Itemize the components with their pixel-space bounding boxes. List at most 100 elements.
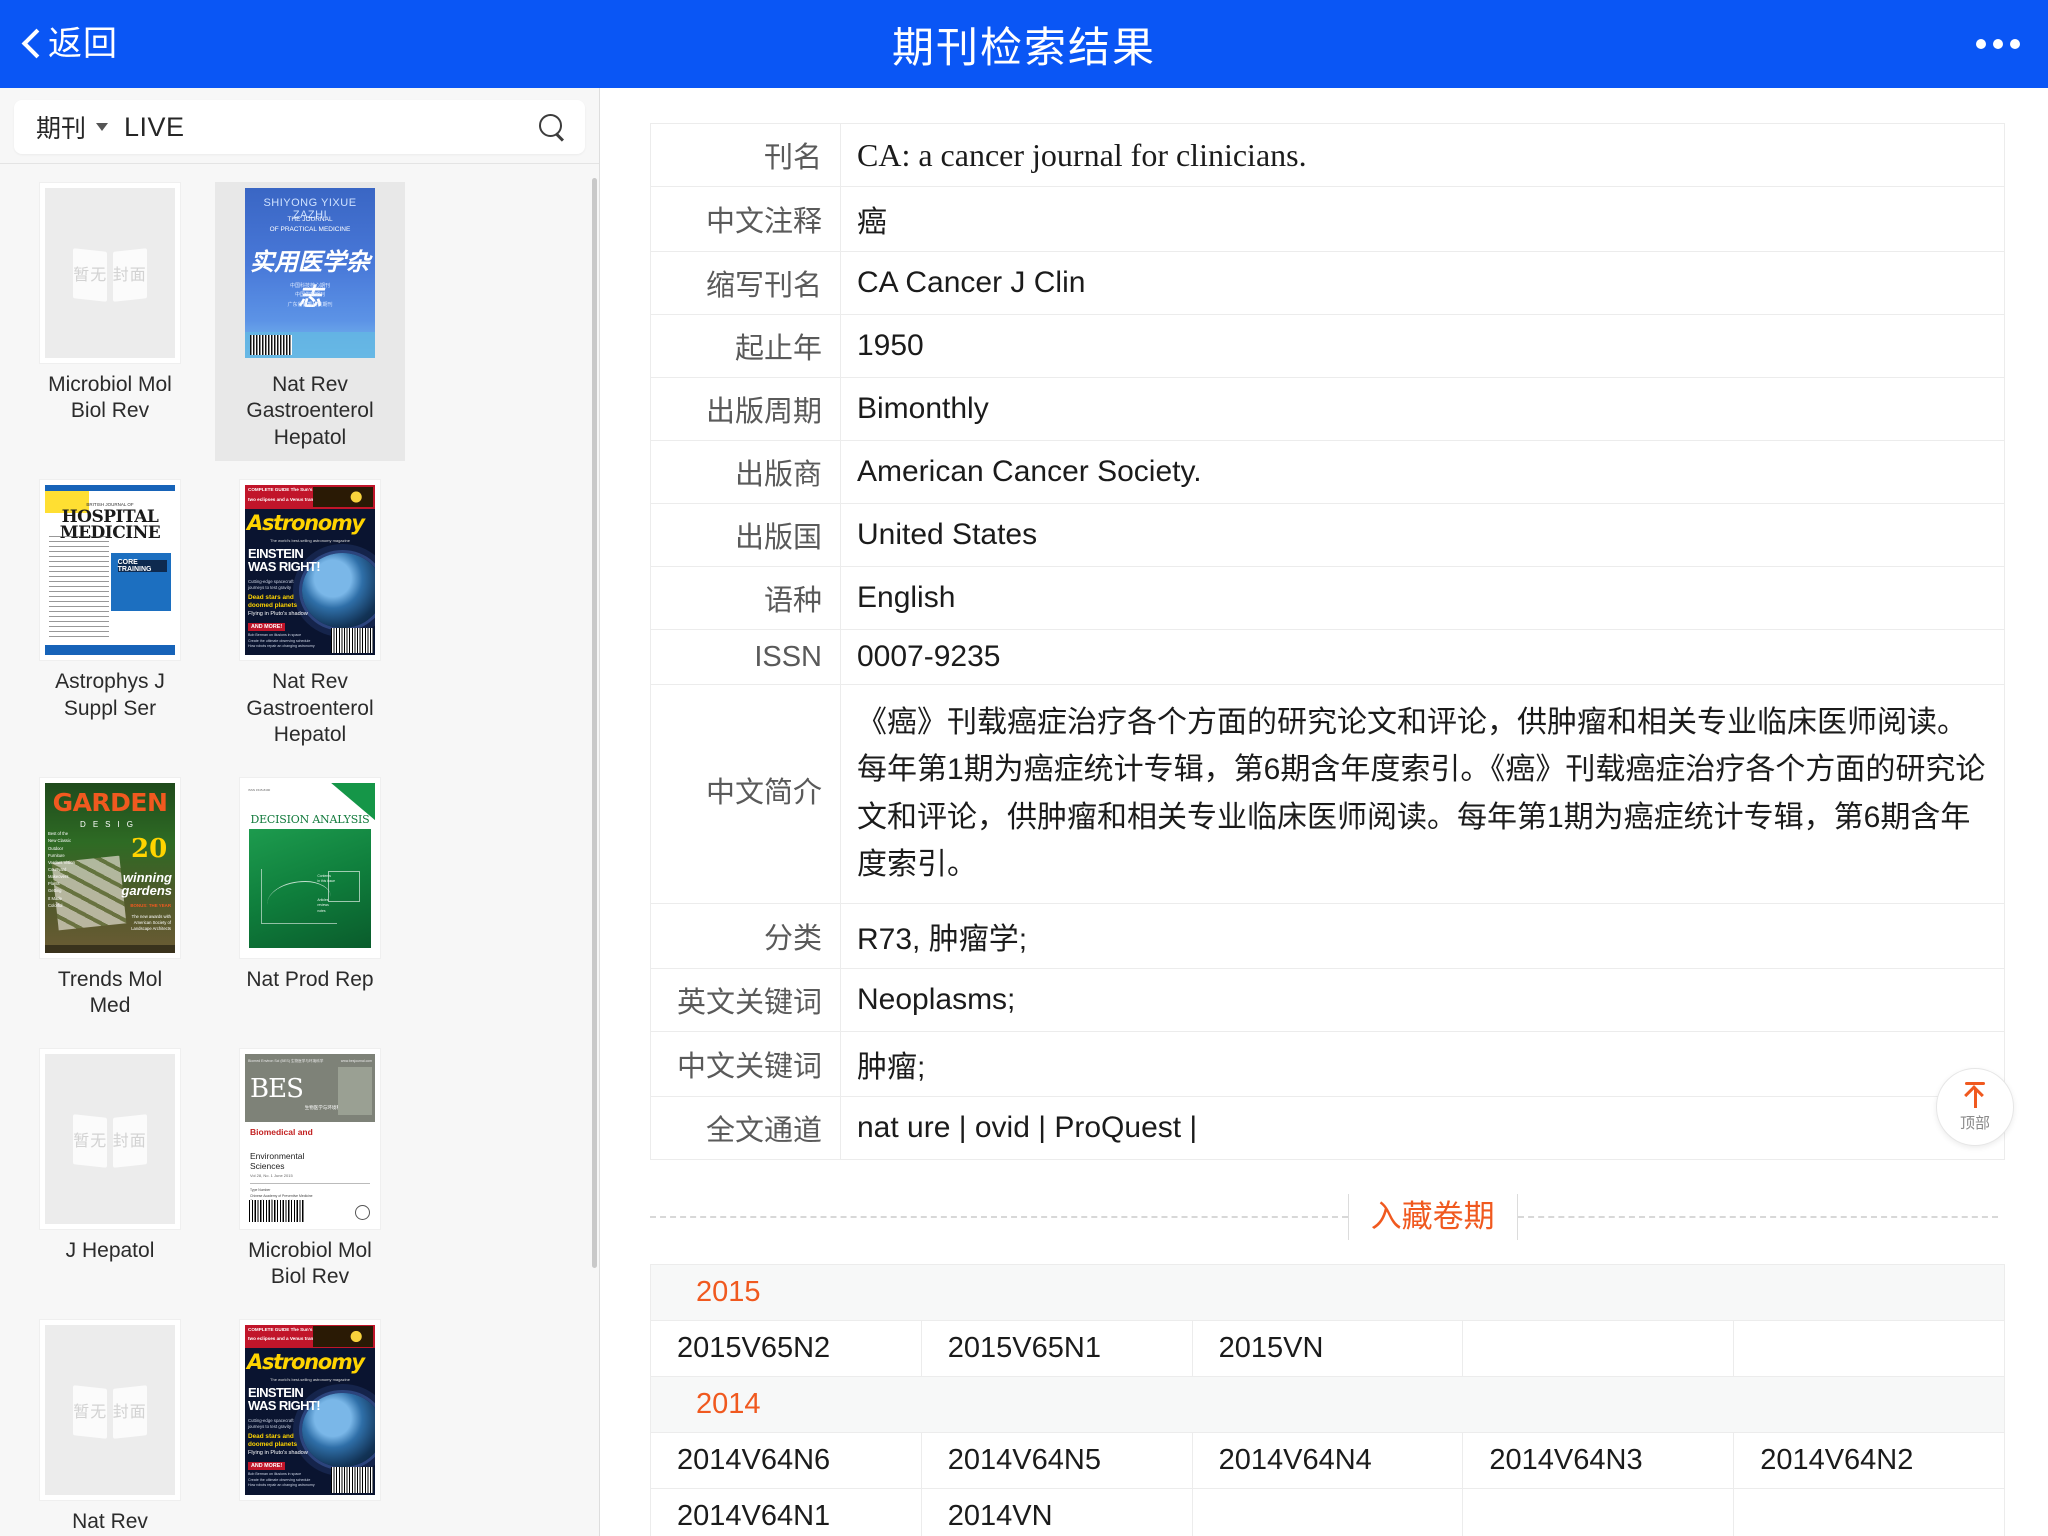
journal-card[interactable]: 暂无 封面 Microbiol Mol Biol Rev	[15, 182, 205, 461]
metadata-value: R73, 肿瘤学;	[840, 902, 2005, 969]
holdings-issue-cell[interactable]: 2015V65N2	[650, 1320, 922, 1378]
metadata-value: English	[840, 566, 2005, 630]
metadata-row: 中文关键词 肿瘤;	[650, 1030, 2005, 1097]
metadata-key: 中文注释	[650, 186, 841, 252]
search-icon[interactable]	[537, 112, 567, 142]
holdings-empty-cell	[1733, 1488, 2005, 1536]
metadata-key: 分类	[650, 902, 841, 969]
back-button[interactable]: 返回	[20, 26, 118, 62]
metadata-row: 出版周期 Bimonthly	[650, 377, 2005, 441]
cover-placeholder: 暂无 封面	[45, 1324, 175, 1495]
cover-image: GARDEN DESIG Best of the New Classic Outdoor…	[45, 782, 175, 953]
journal-card[interactable]: COMPLETE GUIDE The Sun's big year: two ec…	[215, 1318, 405, 1536]
metadata-key: 出版周期	[650, 377, 841, 441]
metadata-row: 分类 R73, 肿瘤学;	[650, 902, 2005, 969]
metadata-key: 全文通道	[650, 1095, 841, 1160]
metadata-value: 肿瘤;	[840, 1030, 2005, 1097]
journal-title-label: Microbiol Mol Biol Rev	[48, 373, 172, 423]
app-header: 返回 期刊检索结果	[0, 0, 2048, 88]
metadata-value: 癌	[840, 186, 2005, 252]
journal-cover: COMPLETE GUIDE The Sun's big year: two ec…	[239, 479, 381, 662]
holdings-issue-cell[interactable]: 2014V64N6	[650, 1432, 922, 1490]
metadata-value: American Cancer Society.	[840, 440, 2005, 504]
holdings-empty-cell	[1462, 1320, 1735, 1378]
journal-title-label: Nat Rev Gastroenterol Hepatol	[246, 670, 374, 747]
journal-card[interactable]: SHIYONG YIXUE ZAZHI THE JOURNAL OF PRACTIC…	[215, 182, 405, 462]
page-title: 期刊检索结果	[891, 23, 1156, 71]
holdings-issue-cell[interactable]: 2015VN	[1191, 1320, 1464, 1378]
journal-card[interactable]: Biomed Environ Sci (BES) 生物医学与环境科学 www.be…	[215, 1047, 405, 1301]
more-dots-icon[interactable]	[1976, 39, 2020, 49]
metadata-row: 中文注释癌	[650, 186, 2005, 252]
search-type-label[interactable]: 期刊	[36, 109, 86, 145]
chevron-left-icon	[20, 26, 42, 62]
holdings-table: 2015 2015V65N2 2015V65N1 2015VN 2014 2014V64N…	[650, 1264, 2005, 1536]
metadata-value: 0007-9235	[840, 629, 2005, 685]
holdings-issue-cell[interactable]: 2015V65N1	[920, 1320, 1193, 1378]
cover-image: COMPLETE GUIDE The Sun's big year: two ec…	[245, 485, 375, 656]
metadata-key: ISSN	[650, 629, 841, 685]
chevron-down-icon[interactable]	[96, 123, 109, 131]
holdings-issue-cell[interactable]: 2014V64N2	[1733, 1432, 2005, 1490]
arrow-up-to-top-icon	[1962, 1081, 1988, 1110]
holdings-issue-cell[interactable]: 2014V64N4	[1191, 1432, 1464, 1490]
metadata-key: 语种	[650, 566, 841, 630]
cover-image: SHIYONG YIXUE ZAZHI THE JOURNAL OF PRACTIC…	[245, 188, 375, 358]
metadata-key: 中文简介	[650, 684, 841, 904]
holdings-year-label: 2015	[650, 1264, 2005, 1322]
metadata-row: 中文简介 《癌》刊载癌症治疗各个方面的研究论文和评论，供肿瘤和相关专业临床医师阅读…	[650, 684, 2005, 904]
search-bar: 期刊 LIVE	[0, 88, 599, 163]
metadata-row: 起止年 1950	[650, 314, 2005, 378]
journal-title-label: Nat Prod Rep	[246, 967, 374, 991]
journal-card[interactable]: GARDEN DESIG Best of the New Classic Outdoor…	[15, 776, 205, 1030]
journal-card[interactable]: BRITISH JOURNAL OF HOSPITAL MEDICINE CORE T…	[15, 479, 205, 758]
holdings-issue-cell[interactable]: 2014V64N5	[920, 1432, 1193, 1490]
divider-right	[1517, 1215, 1998, 1218]
metadata-value: United States	[840, 503, 2005, 567]
cover-placeholder: 暂无 封面	[45, 1053, 175, 1224]
journal-card[interactable]: ISSN 1545-8490Vol 8DECISION ANALYSISCont…	[215, 776, 405, 1030]
journal-title-label: Nat Rev Gastroenterol Hepatol	[246, 373, 374, 449]
journal-cover: Biomed Environ Sci (BES) 生物医学与环境科学 www.be…	[239, 1047, 381, 1230]
metadata-value: Bimonthly	[840, 377, 2005, 441]
journal-cover: 暂无 封面	[39, 1047, 181, 1230]
metadata-row: 语种 English	[650, 566, 2005, 630]
back-to-top-button[interactable]: 顶部	[1936, 1068, 2014, 1146]
metadata-row: 刊名 CA: a cancer journal for clinicians.	[650, 123, 2005, 187]
journal-cover: COMPLETE GUIDE The Sun's big year: two ec…	[239, 1318, 381, 1501]
journal-card[interactable]: 暂无 封面 Nat RevRheumatol	[15, 1318, 205, 1536]
journal-card[interactable]: COMPLETE GUIDE The Sun's big year: two ec…	[215, 479, 405, 758]
holdings-title: 入藏卷期	[1347, 1193, 1518, 1241]
cover-image: Biomed Environ Sci (BES) 生物医学与环境科学 www.be…	[245, 1053, 375, 1224]
metadata-value: nat ure | ovid | ProQuest |	[840, 1095, 2005, 1160]
journal-list-scrollbar[interactable]	[592, 178, 597, 1268]
holdings-row: 2014V64N1 2014VN	[650, 1488, 2005, 1536]
metadata-value: CA Cancer J Clin	[840, 251, 2005, 315]
journal-detail-panel: 刊名 CA: a cancer journal for clinicians. 中文…	[600, 88, 2048, 1536]
holdings-issue-cell[interactable]: 2014VN	[920, 1488, 1193, 1536]
holdings-issue-cell[interactable]: 2014V64N1	[650, 1488, 922, 1536]
metadata-key: 缩写刊名	[650, 251, 841, 315]
metadata-key: 出版国	[650, 503, 841, 567]
journal-card[interactable]: 暂无 封面 J Hepatol	[15, 1047, 205, 1301]
divider-left	[650, 1215, 1348, 1218]
journal-cover: GARDEN DESIG Best of the New Classic Outdoor…	[39, 776, 181, 959]
journal-cover: 暂无 封面	[39, 182, 181, 364]
cover-image: ISSN 1545-8490Vol 8DECISION ANALYSISCont…	[245, 782, 375, 953]
metadata-row: 缩写刊名 CA Cancer J Clin	[650, 251, 2005, 315]
holdings-empty-cell	[1462, 1488, 1735, 1536]
journal-cover: ISSN 1545-8490Vol 8DECISION ANALYSISCont…	[239, 776, 381, 959]
metadata-value: 《癌》刊载癌症治疗各个方面的研究论文和评论，供肿瘤和相关专业临床医师阅读。每年第…	[840, 684, 2005, 904]
journal-list-panel: 期刊 LIVE 暂无 封面 Microbiol Mol Biol Rev SHIYON…	[0, 88, 600, 1536]
journal-title-label: Nat RevRheumatol	[59, 1509, 161, 1536]
holdings-issue-cell[interactable]: 2014V64N3	[1462, 1432, 1735, 1490]
metadata-row: 出版商 American Cancer Society.	[650, 440, 2005, 504]
metadata-key: 起止年	[650, 314, 841, 378]
search-box[interactable]: 期刊 LIVE	[14, 100, 585, 154]
journal-title-label: J Hepatol	[65, 1238, 155, 1262]
journal-grid: 暂无 封面 Microbiol Mol Biol Rev SHIYONG YIXUE …	[0, 164, 599, 1536]
holdings-year-row: 2014	[650, 1376, 2005, 1434]
journal-title-label: Microbiol Mol Biol Rev	[248, 1238, 372, 1289]
journal-cover: SHIYONG YIXUE ZAZHI THE JOURNAL OF PRACTIC…	[239, 182, 381, 364]
search-input[interactable]: LIVE	[124, 112, 537, 143]
